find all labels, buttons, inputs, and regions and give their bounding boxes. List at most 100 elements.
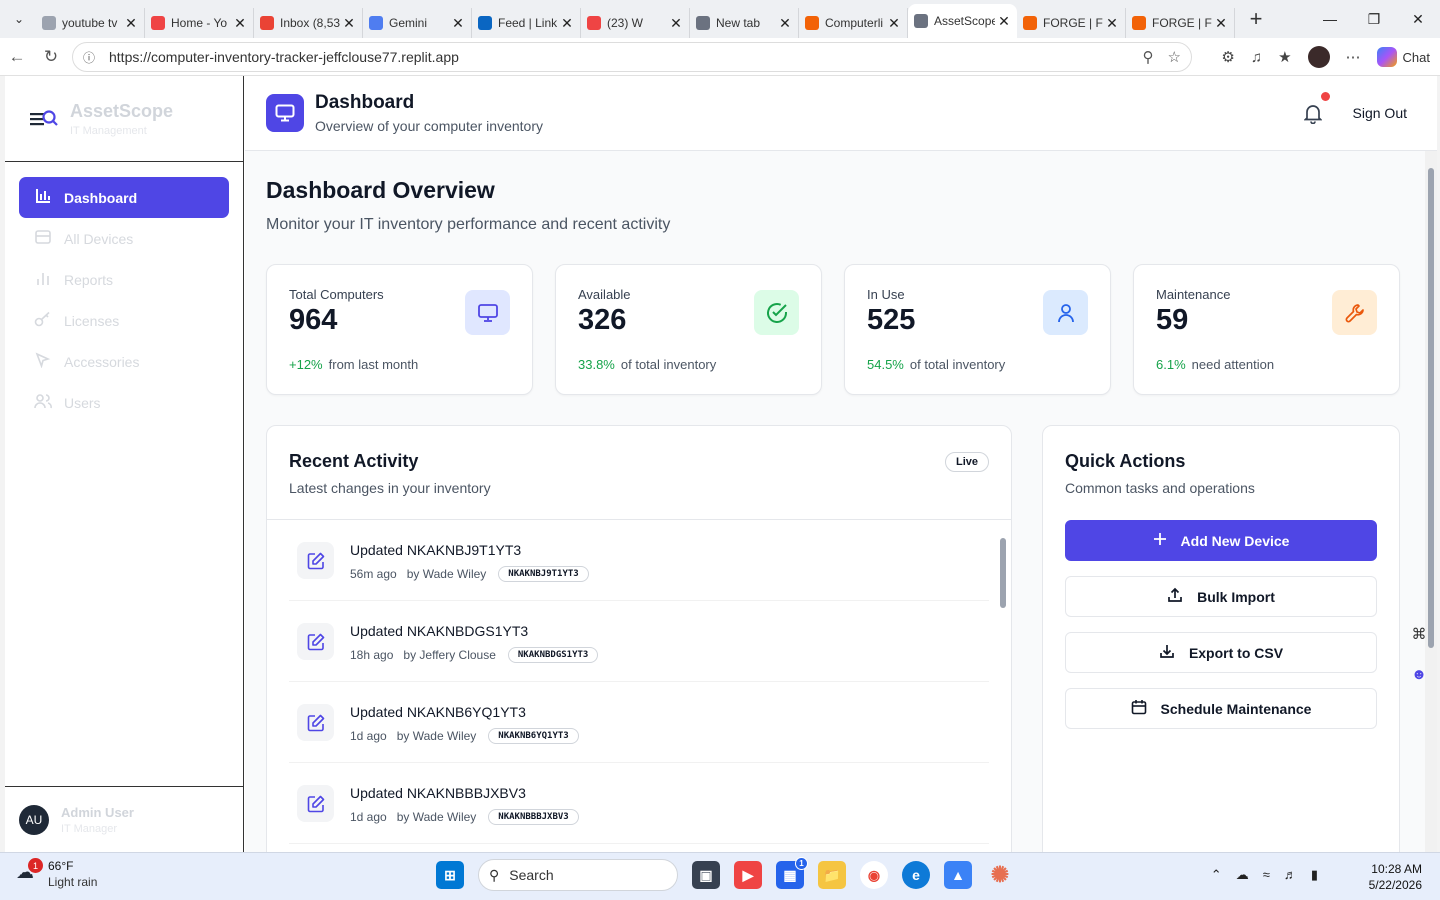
taskbar-search[interactable]: ⚲ Search: [478, 859, 678, 891]
browser-tab[interactable]: FORGE | Fli ✕: [1126, 8, 1235, 38]
tab-close-icon[interactable]: ✕: [1214, 15, 1228, 32]
media-control-icon[interactable]: ♫: [1251, 49, 1262, 66]
sidebar-item-reports[interactable]: Reports: [19, 259, 229, 300]
user-profile[interactable]: AU Admin User IT Manager: [5, 786, 244, 852]
asset-tag-badge[interactable]: NKAKNBJ9T1YT3: [498, 566, 589, 582]
activity-meta: 56m ago by Wade Wiley NKAKNBJ9T1YT3: [350, 566, 589, 582]
avatar: AU: [19, 804, 49, 835]
clock[interactable]: 10:28 AM 5/22/2026: [1369, 861, 1422, 893]
stat-footer-text: need attention: [1191, 357, 1275, 372]
minimize-icon[interactable]: —: [1308, 0, 1352, 38]
check-circle-icon: [754, 290, 799, 335]
activity-body: Updated NKAKNB6YQ1YT3 1d ago by Wade Wiley…: [350, 704, 579, 744]
more-menu-icon[interactable]: ⋯: [1346, 48, 1361, 66]
site-info-icon[interactable]: ⓘ: [83, 49, 99, 66]
tab-close-icon[interactable]: ✕: [669, 15, 683, 32]
command-icon[interactable]: ⌘: [1407, 622, 1431, 646]
activity-item[interactable]: Updated NKAKNBBBJXBV3 1d ago by Wade Wiley…: [289, 763, 989, 844]
tab-close-icon[interactable]: ✕: [1105, 15, 1119, 32]
browser-tab[interactable]: Home - Yo ✕: [145, 8, 254, 38]
wrench-icon: [1332, 290, 1377, 335]
browser-tab[interactable]: Gemini ✕: [363, 8, 472, 38]
browser-tab[interactable]: Feed | Link ✕: [472, 8, 581, 38]
file-explorer-icon[interactable]: 📁: [818, 861, 846, 889]
activity-title: Updated NKAKNB6YQ1YT3: [350, 704, 526, 720]
activity-user: by Jeffery Clouse: [403, 648, 496, 662]
activity-item[interactable]: Updated NKAKNBDGS1YT3 18h ago by Jeffery C…: [289, 601, 989, 682]
add-new-device-button[interactable]: Add New Device: [1065, 520, 1377, 561]
chat-label: Chat: [1402, 49, 1430, 65]
activity-item[interactable]: Updated NKAKNBJ9T1YT3 56m ago by Wade Wile…: [289, 520, 989, 601]
browser-tab[interactable]: Computerli ✕: [799, 8, 908, 38]
browser-tab[interactable]: (23) W ✕: [581, 8, 690, 38]
browser-tab[interactable]: New tab ✕: [690, 8, 799, 38]
profile-avatar[interactable]: [1307, 46, 1330, 68]
browser-tab[interactable]: Inbox (8,53 ✕: [254, 8, 363, 38]
browser-tab[interactable]: FORGE | Fli ✕: [1017, 8, 1126, 38]
youtube-app-icon[interactable]: ▶: [734, 861, 762, 889]
photos-icon[interactable]: ▲: [944, 861, 972, 889]
tab-close-icon[interactable]: ✕: [997, 13, 1011, 30]
chrome-icon[interactable]: ◉: [860, 861, 888, 889]
onedrive-icon[interactable]: ☁: [1236, 867, 1249, 883]
sidebar-item-accessories[interactable]: Accessories: [19, 341, 229, 382]
tab-close-icon[interactable]: ✕: [560, 15, 574, 32]
browser-tab[interactable]: AssetScope ✕: [908, 4, 1017, 38]
key-icon[interactable]: ⚲: [1143, 48, 1154, 66]
claude-icon[interactable]: ✺: [986, 861, 1014, 889]
browser-tab[interactable]: youtube tv ✕: [36, 8, 145, 38]
sidebar-item-label: Dashboard: [64, 189, 138, 206]
quick-actions-card: Quick Actions Common tasks and operation…: [1042, 425, 1400, 852]
replit-icon: [1023, 16, 1037, 30]
tab-close-icon[interactable]: ✕: [778, 15, 792, 32]
search-icon: ⚲: [489, 866, 500, 883]
extensions-icon[interactable]: ⚙: [1221, 48, 1234, 66]
chevron-up-icon[interactable]: ⌃: [1211, 867, 1222, 883]
sidebar-item-users[interactable]: Users: [19, 382, 229, 423]
windows-taskbar: ☁ 1 66°F Light rain ⊞ ⚲ Search ▣ ▶ ▦ 1 📁 ◉…: [0, 852, 1440, 900]
favorite-star-icon[interactable]: ☆: [1168, 48, 1181, 66]
tab-close-icon[interactable]: ✕: [451, 15, 465, 32]
bulk-import-button[interactable]: Bulk Import: [1065, 576, 1377, 617]
sidebar-item-licenses[interactable]: Licenses: [19, 300, 229, 341]
notification-bell-icon[interactable]: [1303, 92, 1330, 129]
favorites-icon[interactable]: ★: [1278, 48, 1291, 66]
tab-list-chevron-icon[interactable]: ⌄: [6, 6, 32, 32]
sidebar-item-dashboard[interactable]: Dashboard: [19, 177, 229, 218]
asset-tag-badge[interactable]: NKAKNB6YQ1YT3: [488, 728, 579, 744]
activity-item[interactable]: Updated NKAKNB6YQ1YT3 1d ago by Wade Wiley…: [289, 682, 989, 763]
activity-scrollbar[interactable]: [999, 526, 1007, 852]
weather-widget[interactable]: ☁ 1 66°F Light rain: [16, 858, 97, 889]
close-window-icon[interactable]: ✕: [1396, 0, 1440, 38]
download-icon: [1159, 643, 1175, 662]
tab-close-icon[interactable]: ✕: [887, 15, 901, 32]
tab-close-icon[interactable]: ✕: [342, 15, 356, 32]
refresh-icon[interactable]: ↻: [34, 47, 68, 67]
schedule-maintenance-button[interactable]: Schedule Maintenance: [1065, 688, 1377, 729]
sidebar-nav: Dashboard All Devices Reports Licenses Acces…: [5, 162, 243, 438]
back-icon[interactable]: ←: [0, 47, 34, 67]
page-scrollbar[interactable]: [1425, 151, 1437, 852]
store-icon[interactable]: ▦ 1: [776, 857, 808, 889]
clock-date: 5/22/2026: [1368, 878, 1422, 892]
tab-title: Computerli: [825, 16, 884, 30]
asset-tag-badge[interactable]: NKAKNBBBJXBV3: [488, 809, 579, 825]
new-tab-button[interactable]: +: [1241, 6, 1271, 32]
task-view-icon[interactable]: ▣: [692, 861, 720, 889]
url-field[interactable]: ⓘ https://computer-inventory-tracker-jef…: [72, 42, 1192, 72]
edge-icon[interactable]: e: [902, 861, 930, 889]
restore-icon[interactable]: ❐: [1352, 0, 1396, 38]
assistant-icon[interactable]: ☻: [1407, 662, 1431, 686]
start-windows-icon[interactable]: ⊞: [436, 861, 464, 889]
copilot-chat-button[interactable]: Chat: [1376, 47, 1430, 67]
tab-close-icon[interactable]: ✕: [124, 15, 138, 32]
asset-tag-badge[interactable]: NKAKNBDGS1YT3: [507, 647, 599, 663]
sidebar-item-all-devices[interactable]: All Devices: [19, 218, 229, 259]
export-to-csv-button[interactable]: Export to CSV: [1065, 632, 1377, 673]
tab-close-icon[interactable]: ✕: [233, 15, 247, 32]
battery-icon[interactable]: ▮: [1311, 867, 1318, 883]
sign-out-button[interactable]: Sign Out: [1353, 105, 1407, 121]
wifi-icon[interactable]: ≈: [1263, 867, 1270, 883]
volume-icon[interactable]: ♬: [1284, 867, 1297, 883]
activity-time: 1d ago: [350, 810, 387, 824]
